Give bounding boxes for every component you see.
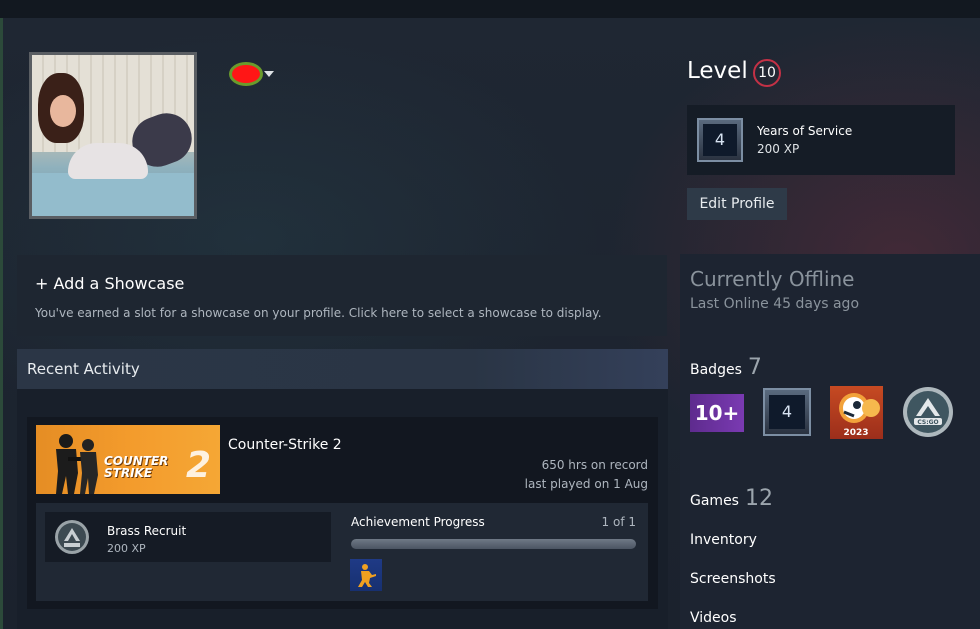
add-showcase-title[interactable]: + Add a Showcase <box>35 274 184 293</box>
soldier-icon <box>358 564 376 587</box>
badge-csgo-text: CS:GO <box>917 419 938 426</box>
featured-badge[interactable]: 4 Years of Service 200 XP <box>687 105 955 175</box>
achievement-progress-count: 1 of 1 <box>601 515 636 529</box>
achievement-panel: Brass Recruit 200 XP Achievement Progres… <box>36 503 648 601</box>
games-count: 12 <box>744 486 773 511</box>
level-badge[interactable]: 10 <box>753 59 781 87</box>
add-showcase-description: You've earned a slot for a showcase on y… <box>35 306 602 320</box>
banner-title: COUNTER STRIKE <box>104 454 169 480</box>
brass-recruit-icon <box>55 520 89 554</box>
steam-icon: 2023 <box>839 393 880 438</box>
badge-10-plus[interactable]: 10+ <box>690 394 744 432</box>
achievement-progress-label: Achievement Progress <box>351 515 485 529</box>
banner-number: 2 <box>186 445 212 486</box>
badge-year-text: 2023 <box>843 428 868 438</box>
game-banner[interactable]: COUNTER STRIKE 2 <box>36 425 220 494</box>
years-of-service-icon: 4 <box>697 118 743 162</box>
profile-sidebar: Currently Offline Last Online 45 days ag… <box>680 254 980 629</box>
achievement-progress-bar <box>351 539 636 549</box>
edit-profile-button[interactable]: Edit Profile <box>687 188 787 220</box>
last-online: Last Online 45 days ago <box>690 296 860 312</box>
achievement-icon[interactable] <box>350 559 382 591</box>
avatar-image <box>32 55 194 216</box>
left-edge-accent <box>0 18 3 629</box>
game-badge-item[interactable]: Brass Recruit 200 XP <box>45 512 331 562</box>
inventory-link[interactable]: Inventory <box>690 532 757 548</box>
game-last-played: last played on 1 Aug <box>524 477 648 491</box>
game-badge-xp: 200 XP <box>107 542 146 555</box>
badges-link[interactable]: Badges 7 <box>690 355 762 380</box>
recent-activity-title: Recent Activity <box>27 360 140 378</box>
add-showcase-panel[interactable]: + Add a Showcase You've earned a slot fo… <box>17 255 667 336</box>
recent-game-card: COUNTER STRIKE 2 Counter-Strike 2 650 hr… <box>27 417 658 609</box>
top-bar <box>0 0 980 18</box>
online-status: Currently Offline <box>690 267 855 291</box>
soldiers-icon <box>56 434 98 494</box>
badges-count: 7 <box>747 355 762 380</box>
badge-steam-2023[interactable]: 2023 <box>830 386 883 439</box>
avatar[interactable] <box>29 52 197 219</box>
csgo-emblem-icon: CS:GO <box>903 387 953 437</box>
game-hours: 650 hrs on record <box>541 458 648 472</box>
game-badge-name: Brass Recruit <box>107 524 187 538</box>
featured-badge-xp: 200 XP <box>757 142 800 156</box>
chevron-down-icon[interactable] <box>264 71 274 77</box>
game-title-link[interactable]: Counter-Strike 2 <box>228 437 342 453</box>
games-link[interactable]: Games 12 <box>690 486 773 511</box>
badge-years-of-service[interactable]: 4 <box>763 388 811 436</box>
screenshots-link[interactable]: Screenshots <box>690 571 776 587</box>
videos-link[interactable]: Videos <box>690 610 737 626</box>
profile-name-redacted[interactable] <box>229 62 263 86</box>
recent-activity-header: Recent Activity <box>17 349 668 389</box>
badge-csgo[interactable]: CS:GO <box>902 386 954 438</box>
featured-badge-title: Years of Service <box>757 124 853 138</box>
service-badge-number: 4 <box>703 124 737 156</box>
achievement-progress-fill <box>351 539 636 549</box>
level-label: Level <box>687 58 748 84</box>
